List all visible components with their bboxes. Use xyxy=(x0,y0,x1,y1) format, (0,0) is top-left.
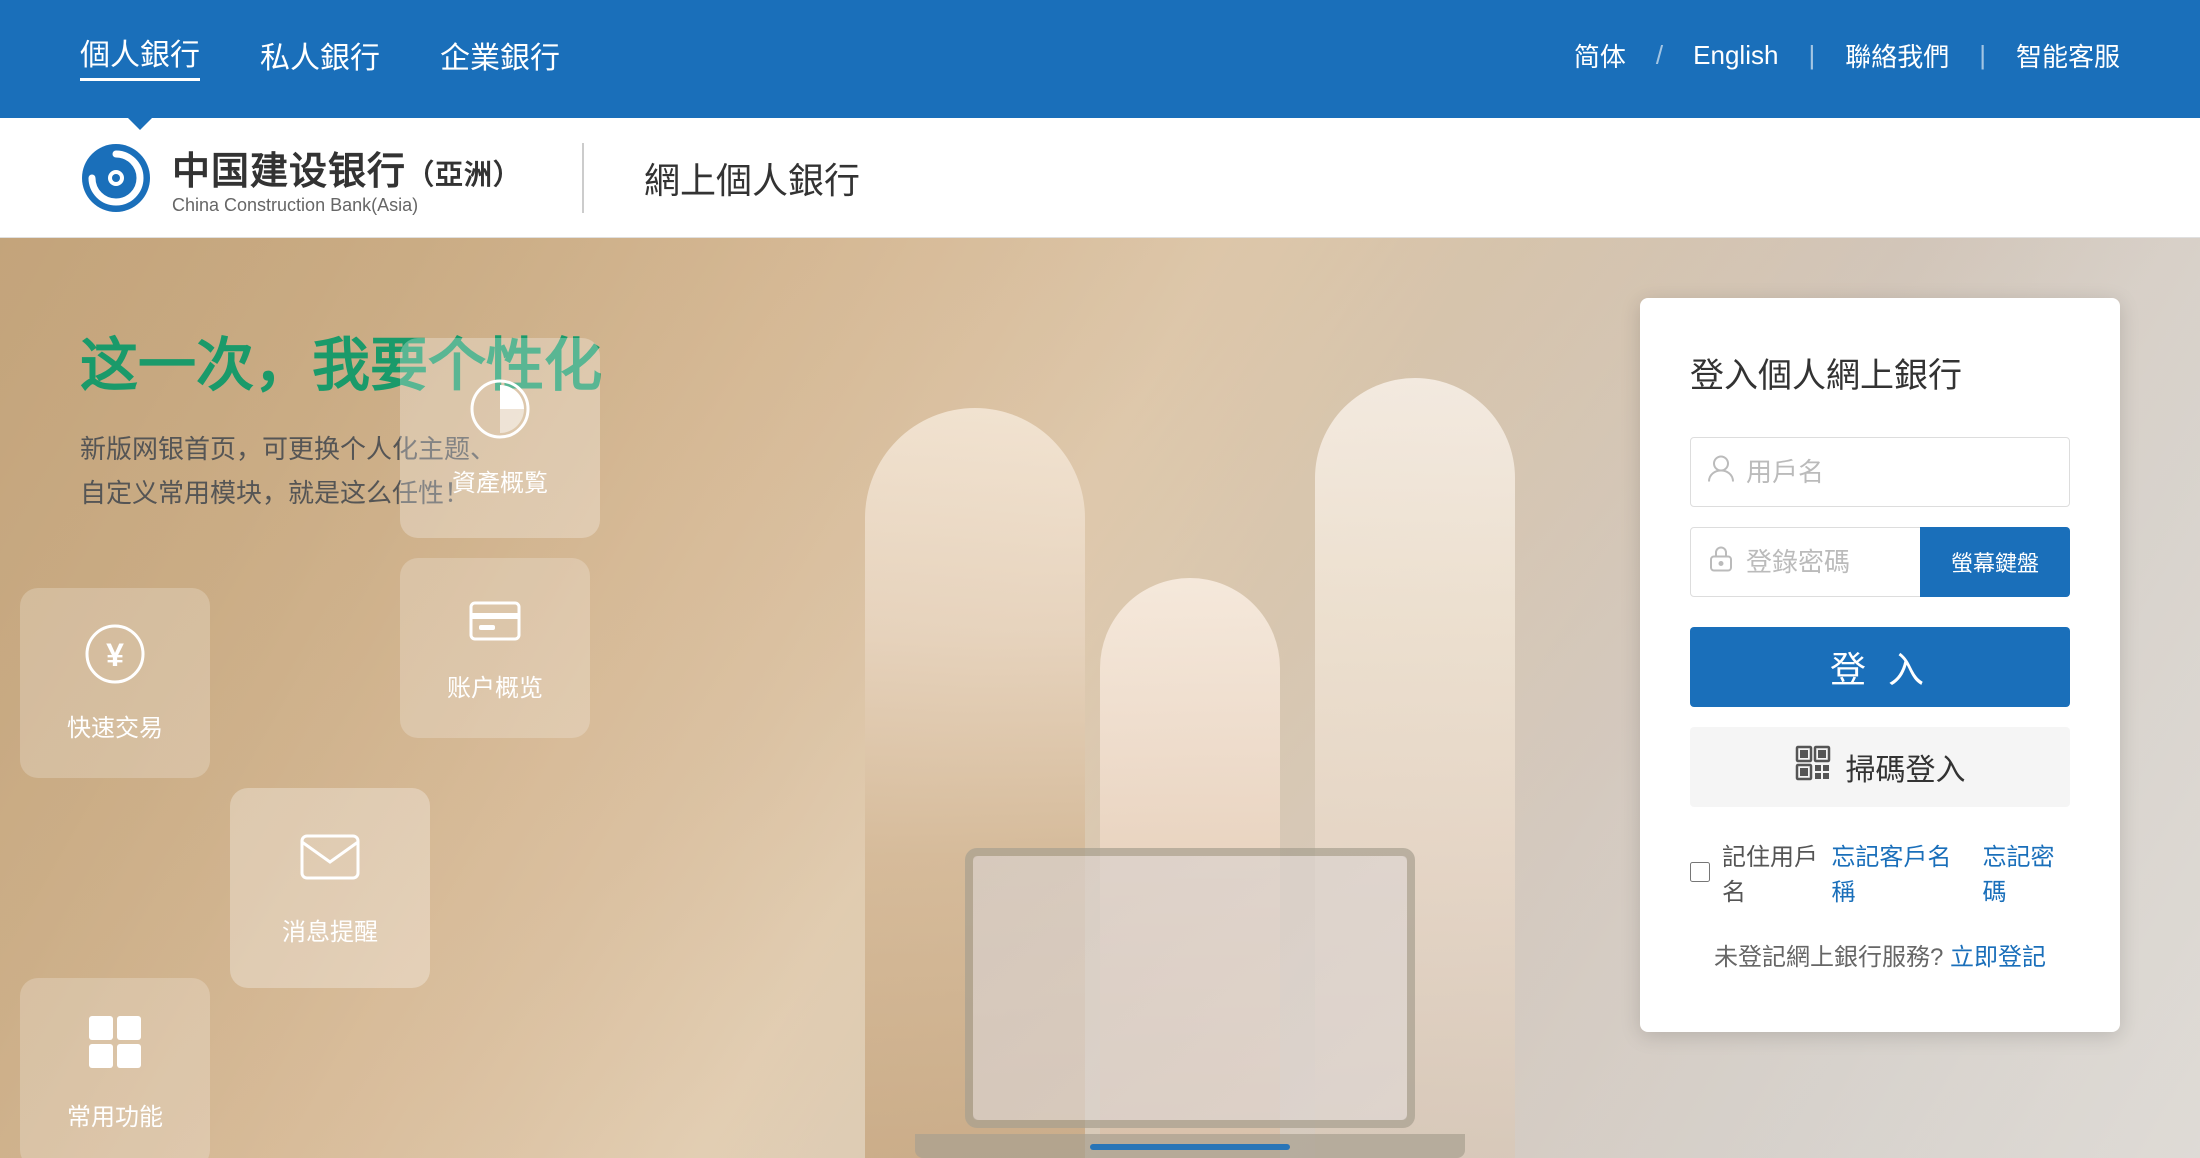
nav-divider-2: | xyxy=(1808,40,1815,71)
laptop-display xyxy=(973,856,1407,1120)
username-input[interactable] xyxy=(1690,437,2070,507)
nav-english[interactable]: English xyxy=(1693,40,1778,71)
logo-bar: 中国建设银行（亞洲） China Construction Bank(Asia)… xyxy=(0,118,2200,238)
scan-label: 掃碼登入 xyxy=(1846,745,1966,789)
bank-name-block: 中国建设银行（亞洲） China Construction Bank(Asia) xyxy=(172,140,522,216)
hero-family-illustration xyxy=(815,308,1565,1158)
nav-simplified-chinese[interactable]: 简体 xyxy=(1574,37,1626,74)
message-icon xyxy=(300,829,360,898)
keyboard-button[interactable]: 螢幕鍵盤 xyxy=(1920,527,2070,597)
top-navigation: 個人銀行 私人銀行 企業銀行 简体 / English | 聯絡我們 | 智能客… xyxy=(0,0,2200,110)
logo-tagline: 網上個人銀行 xyxy=(644,152,860,204)
nav-private-banking[interactable]: 私人銀行 xyxy=(260,33,380,77)
logo-area: 中国建设银行（亞洲） China Construction Bank(Asia)… xyxy=(80,140,860,216)
register-line: 未登記網上銀行服務? 立即登記 xyxy=(1690,937,2070,972)
forgot-username-link[interactable]: 忘記客戶名稱 xyxy=(1831,837,1962,907)
message-label: 消息提醒 xyxy=(282,912,378,947)
account-icon xyxy=(469,594,521,654)
qr-icon xyxy=(1795,745,1831,789)
asset-icon xyxy=(470,379,530,449)
nav-left: 個人銀行 私人銀行 企業銀行 xyxy=(80,30,560,81)
login-panel: 登入個人網上銀行 螢幕鍵盤 登 入 xyxy=(1640,298,2120,1032)
quick-trade-icon: ¥ xyxy=(85,624,145,694)
hero-section: 这一次，我要个性化 新版网银首页，可更换个人化主题、 自定义常用模块，就是这么任… xyxy=(0,238,2200,1158)
nav-indicator xyxy=(0,110,2200,118)
scan-login-button[interactable]: 掃碼登入 xyxy=(1690,727,2070,807)
password-icon xyxy=(1708,545,1734,580)
logo-divider xyxy=(582,143,584,213)
password-field-wrap: 螢幕鍵盤 xyxy=(1690,527,2070,597)
nav-indicator-arrow xyxy=(120,110,160,130)
feature-message[interactable]: 消息提醒 xyxy=(230,788,430,988)
nav-smart-service[interactable]: 智能客服 xyxy=(2016,37,2120,74)
common-icon xyxy=(87,1014,143,1083)
register-link[interactable]: 立即登記 xyxy=(1950,944,2046,971)
feature-account-overview[interactable]: 账户概览 xyxy=(400,558,590,738)
login-button[interactable]: 登 入 xyxy=(1690,627,2070,707)
feature-common[interactable]: 常用功能 xyxy=(20,978,210,1158)
remember-me-checkbox[interactable] xyxy=(1690,861,1710,883)
nav-contact[interactable]: 聯絡我們 xyxy=(1845,37,1949,74)
ccb-logo-icon xyxy=(80,142,152,214)
login-title: 登入個人網上銀行 xyxy=(1690,348,2070,397)
register-prompt: 未登記網上銀行服務? xyxy=(1714,944,1943,971)
laptop-progressbar xyxy=(1090,1144,1290,1150)
nav-corporate-banking[interactable]: 企業銀行 xyxy=(440,33,560,77)
nav-personal-banking[interactable]: 個人銀行 xyxy=(80,30,200,81)
nav-divider-3: | xyxy=(1979,40,1986,71)
bank-name-en: China Construction Bank(Asia) xyxy=(172,195,522,216)
nav-right: 简体 / English | 聯絡我們 | 智能客服 xyxy=(1574,37,2120,74)
bank-name-cn: 中国建设银行（亞洲） xyxy=(172,140,522,195)
laptop-screen xyxy=(965,848,1415,1128)
login-links: 忘記客戶名稱 忘記密碼 xyxy=(1831,837,2070,907)
remember-me-text: 記住用戶名 xyxy=(1722,837,1831,907)
login-options-row: 記住用戶名 忘記客戶名稱 忘記密碼 xyxy=(1690,837,2070,907)
feature-asset-overview[interactable]: 資產概覧 xyxy=(400,338,600,538)
asset-label: 資產概覧 xyxy=(452,463,548,498)
account-label: 账户概览 xyxy=(447,668,543,703)
username-field-wrap xyxy=(1690,437,2070,507)
user-icon xyxy=(1708,455,1734,490)
forgot-password-link[interactable]: 忘記密碼 xyxy=(1983,837,2070,907)
common-label: 常用功能 xyxy=(67,1097,163,1132)
quick-trade-label: 快速交易 xyxy=(67,708,163,743)
feature-quick-trade[interactable]: ¥ 快速交易 xyxy=(20,588,210,778)
svg-text:¥: ¥ xyxy=(106,637,124,673)
remember-me-label[interactable]: 記住用戶名 xyxy=(1690,837,1831,907)
nav-divider-1: / xyxy=(1656,40,1663,71)
